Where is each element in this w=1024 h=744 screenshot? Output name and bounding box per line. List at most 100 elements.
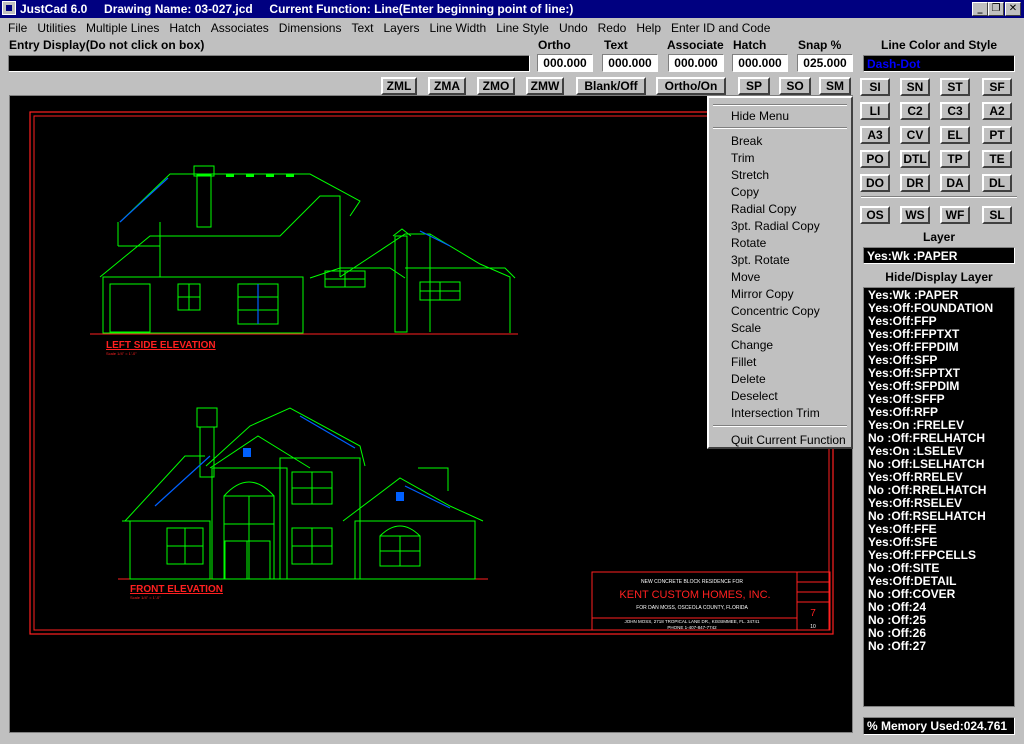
title-block-sheet-of: 10 (810, 624, 816, 630)
snap-button-pt[interactable]: PT (982, 126, 1012, 144)
snap-button-wf[interactable]: WF (940, 206, 970, 224)
sm-button[interactable]: SM (819, 77, 851, 95)
zmw-button[interactable]: ZMW (526, 77, 564, 95)
snap-button-a2[interactable]: A2 (982, 102, 1012, 120)
front-elevation-accent (154, 415, 451, 509)
menu-item-radial-copy[interactable]: Radial Copy (731, 202, 796, 216)
menu-undo[interactable]: Undo (554, 21, 593, 35)
line-color-field[interactable]: Dash-Dot (863, 55, 1015, 72)
hide-display-label: Hide/Display Layer (885, 270, 993, 284)
menu-item-3pt-rotate[interactable]: 3pt. Rotate (731, 253, 790, 267)
zml-button[interactable]: ZML (381, 77, 417, 95)
snap-button-ws[interactable]: WS (900, 206, 930, 224)
snap-button-c3[interactable]: C3 (940, 102, 970, 120)
minimize-button[interactable]: _ (972, 2, 988, 16)
snap-button-dr[interactable]: DR (900, 174, 930, 192)
snap-button-li[interactable]: LI (860, 102, 890, 120)
menu-item-concentric-copy[interactable]: Concentric Copy (731, 304, 820, 318)
blank-off-button[interactable]: Blank/Off (576, 77, 646, 95)
zma-button[interactable]: ZMA (428, 77, 466, 95)
menu-line-width[interactable]: Line Width (425, 21, 492, 35)
front-elevation-title: FRONT ELEVATION (130, 584, 223, 595)
snap-button-te[interactable]: TE (982, 150, 1012, 168)
menu-help[interactable]: Help (631, 21, 666, 35)
menu-item-intersection-trim[interactable]: Intersection Trim (731, 406, 820, 420)
snap-label: Snap % (798, 38, 842, 52)
text-field[interactable]: 000.000 (602, 54, 658, 72)
menu-text[interactable]: Text (346, 21, 378, 35)
menu-item-delete[interactable]: Delete (731, 372, 766, 386)
title-block-line3: FOR DAN MOSS, OSCEOLA COUNTY, FLORIDA (636, 605, 748, 611)
snap-button-a3[interactable]: A3 (860, 126, 890, 144)
snap-button-sl[interactable]: SL (982, 206, 1012, 224)
menu-item-scale[interactable]: Scale (731, 321, 761, 335)
menu-associates[interactable]: Associates (206, 21, 274, 35)
snap-button-cv[interactable]: CV (900, 126, 930, 144)
snap-button-c2[interactable]: C2 (900, 102, 930, 120)
menu-item-stretch[interactable]: Stretch (731, 168, 769, 182)
line-color-label: Line Color and Style (880, 38, 997, 52)
close-button[interactable]: ✕ (1005, 2, 1021, 16)
snap-button-dl[interactable]: DL (982, 174, 1012, 192)
ortho-on-button[interactable]: Ortho/On (656, 77, 726, 95)
so-button[interactable]: SO (779, 77, 811, 95)
snap-field[interactable]: 025.000 (797, 54, 853, 72)
snap-button-dtl[interactable]: DTL (900, 150, 930, 168)
text-label: Text (604, 38, 628, 52)
zmo-button[interactable]: ZMO (477, 77, 515, 95)
divider (861, 196, 1017, 198)
layer-field[interactable]: Yes:Wk :PAPER (863, 247, 1015, 264)
ortho-field[interactable]: 000.000 (537, 54, 593, 72)
menu-separator (713, 127, 847, 129)
layer-list-item[interactable]: No :Off:27 (868, 640, 926, 653)
title-block: NEW CONCRETE BLOCK RESIDENCE FOR KENT CU… (591, 571, 831, 631)
snap-button-st[interactable]: ST (940, 78, 970, 96)
menu-item-change[interactable]: Change (731, 338, 773, 352)
snap-button-do[interactable]: DO (860, 174, 890, 192)
snap-button-os[interactable]: OS (860, 206, 890, 224)
title-block-sheet-no: 7 (810, 608, 816, 619)
menu-item-quit-function[interactable]: Quit Current Function (731, 433, 846, 447)
snap-button-tp[interactable]: TP (940, 150, 970, 168)
title-block-company: KENT CUSTOM HOMES, INC. (619, 589, 770, 601)
menu-item-3pt-radial-copy[interactable]: 3pt. Radial Copy (731, 219, 820, 233)
snap-button-po[interactable]: PO (860, 150, 890, 168)
hatch-field[interactable]: 000.000 (732, 54, 788, 72)
menu-item-mirror-copy[interactable]: Mirror Copy (731, 287, 794, 301)
menu-utilities[interactable]: Utilities (32, 21, 81, 35)
menu-item-deselect[interactable]: Deselect (731, 389, 778, 403)
menu-layers[interactable]: Layers (379, 21, 425, 35)
snap-button-da[interactable]: DA (940, 174, 970, 192)
front-elevation-drawing (118, 407, 488, 580)
sp-button[interactable]: SP (738, 77, 770, 95)
menu-hatch[interactable]: Hatch (164, 21, 205, 35)
menu-item-move[interactable]: Move (731, 270, 760, 284)
left-elevation-accent (119, 177, 451, 324)
snap-button-sn[interactable]: SN (900, 78, 930, 96)
hatch-label: Hatch (733, 38, 767, 52)
menu-multiple-lines[interactable]: Multiple Lines (81, 21, 164, 35)
entry-display-field (8, 55, 530, 72)
menu-item-trim[interactable]: Trim (731, 151, 755, 165)
snap-button-el[interactable]: EL (940, 126, 970, 144)
menu-item-hide-menu[interactable]: Hide Menu (731, 109, 789, 123)
menu-dimensions[interactable]: Dimensions (274, 21, 347, 35)
menu-item-copy[interactable]: Copy (731, 185, 759, 199)
menu-enter-id[interactable]: Enter ID and Code (666, 21, 775, 35)
snap-button-si[interactable]: SI (860, 78, 890, 96)
hide-display-list[interactable]: Yes:Wk :PAPER Yes:Off:FOUNDATION Yes:Off:F… (863, 287, 1015, 707)
menu-item-rotate[interactable]: Rotate (731, 236, 766, 250)
restore-button[interactable]: ❐ (988, 2, 1004, 16)
menu-redo[interactable]: Redo (593, 21, 632, 35)
app-icon[interactable] (2, 1, 16, 15)
menu-line-style[interactable]: Line Style (491, 21, 554, 35)
menu-item-break[interactable]: Break (731, 134, 762, 148)
associate-label: Associate (667, 38, 724, 52)
ortho-label: Ortho (538, 38, 571, 52)
menu-file[interactable]: File (3, 21, 32, 35)
menu-bar: File Utilities Multiple Lines Hatch Asso… (0, 18, 1024, 37)
associate-field[interactable]: 000.000 (668, 54, 724, 72)
left-elevation-title: LEFT SIDE ELEVATION (106, 340, 216, 351)
menu-item-fillet[interactable]: Fillet (731, 355, 756, 369)
snap-button-sf[interactable]: SF (982, 78, 1012, 96)
